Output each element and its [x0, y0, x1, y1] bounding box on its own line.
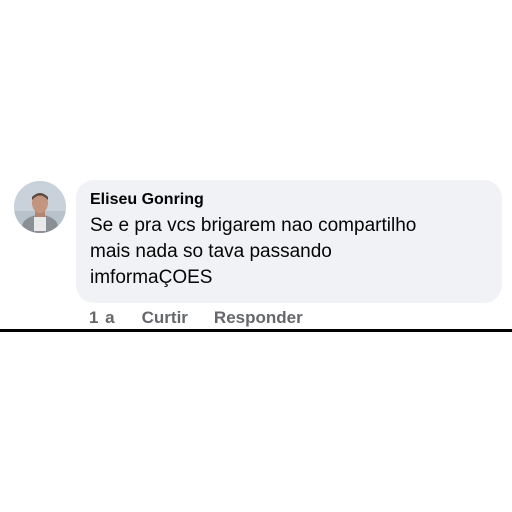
page: Eliseu Gonring Se e pra vcs brigarem nao… [0, 0, 512, 512]
like-button[interactable]: Curtir [142, 307, 188, 329]
profile-photo-icon [14, 181, 66, 233]
divider [0, 329, 512, 332]
comment-text-line: Se e pra vcs brigarem nao compartilho [90, 215, 417, 236]
comment-timestamp[interactable]: 1 a [89, 307, 116, 329]
comment-text-line: imformaÇOES [90, 267, 213, 288]
comment-text: Se e pra vcs brigarem nao compartilho ma… [90, 213, 488, 291]
avatar[interactable] [14, 181, 66, 233]
comment-actions: 1 a Curtir Responder [89, 307, 303, 329]
reply-button[interactable]: Responder [214, 307, 303, 329]
comment-text-line: mais nada so tava passando [90, 241, 332, 262]
comment-bubble: Eliseu Gonring Se e pra vcs brigarem nao… [76, 180, 502, 303]
comment-author[interactable]: Eliseu Gonring [90, 189, 488, 211]
